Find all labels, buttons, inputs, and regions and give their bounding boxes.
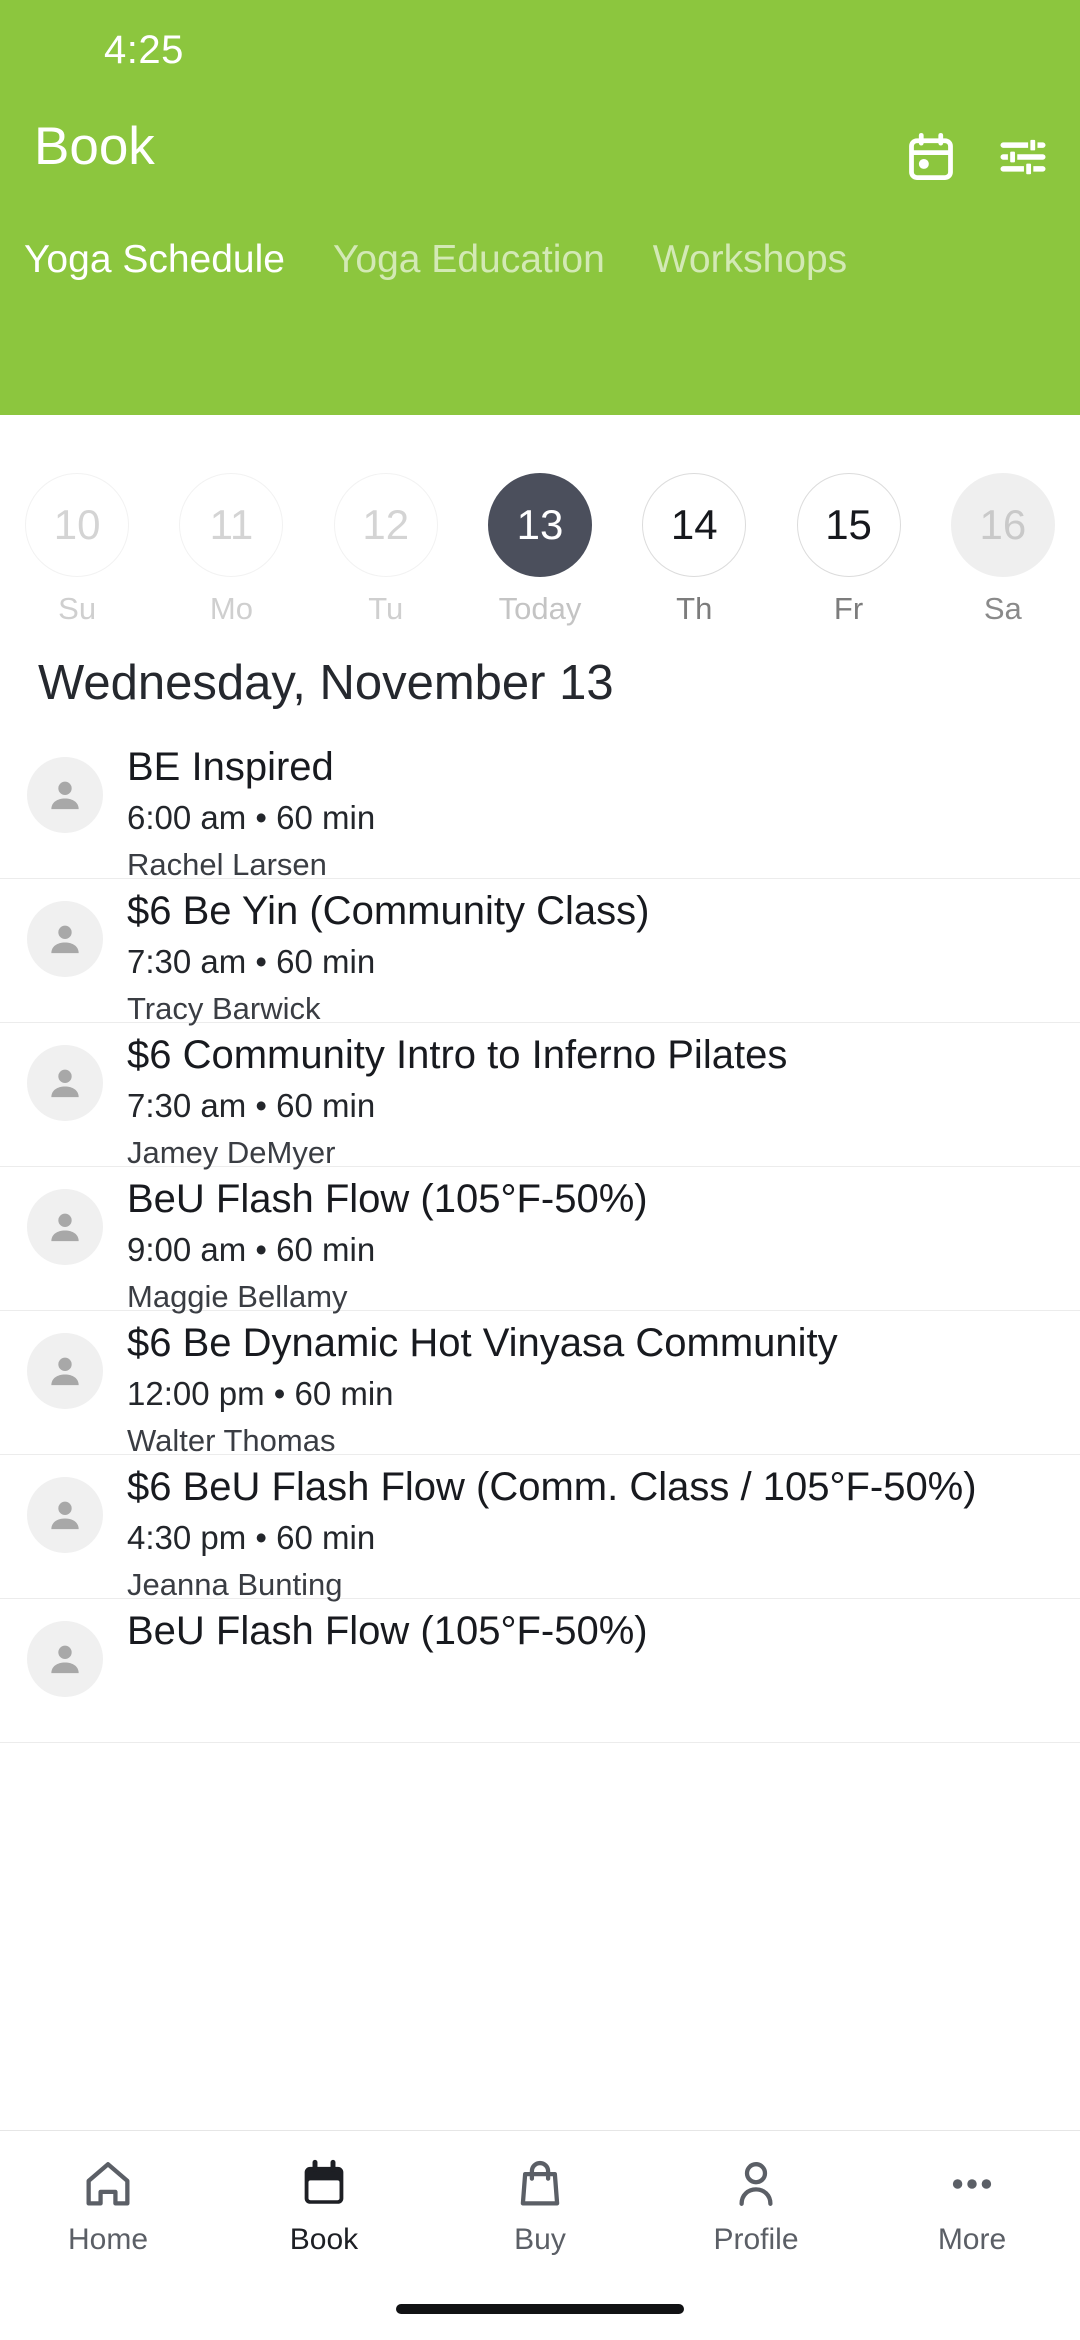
tab-bar: Yoga Schedule Yoga Education Workshops (0, 205, 1080, 315)
nav-item-book[interactable]: Book (216, 2153, 432, 2257)
class-time-duration: 7:30 am • 60 min (127, 1087, 376, 1124)
class-info: BeU Flash Flow (105°F-50%) (127, 1605, 1064, 1657)
class-time-duration: 6:00 am • 60 min (127, 799, 376, 836)
tab-yoga-schedule[interactable]: Yoga Schedule (24, 238, 285, 282)
class-list-item[interactable]: $6 Community Intro to Inferno Pilates 7:… (0, 1023, 1080, 1170)
class-title: $6 Be Dynamic Hot Vinyasa Community (127, 1321, 838, 1365)
date-weekday-label: Sa (983, 591, 1022, 626)
class-info: $6 Be Yin (Community Class) 7:30 am • 60… (127, 885, 1064, 1031)
person-icon (729, 2153, 783, 2215)
class-title: $6 BeU Flash Flow (Comm. Class / 105°F-5… (127, 1465, 977, 1509)
date-cell-15[interactable]: 15 Fr (771, 415, 925, 627)
class-title: BeU Flash Flow (105°F-50%) (127, 1609, 648, 1653)
date-weekday-label: Today (498, 591, 582, 626)
date-number: 15 (796, 473, 901, 577)
bottom-navigation: Home Book Buy Profile More (0, 2130, 1080, 2340)
class-title: $6 Be Yin (Community Class) (127, 889, 650, 933)
nav-label: Book (289, 2223, 359, 2256)
date-cell-11[interactable]: 11 Mo (154, 415, 308, 627)
status-bar: 4:25 (0, 0, 1080, 100)
status-bar-time: 4:25 (104, 28, 184, 72)
avatar (27, 757, 103, 833)
class-info: BeU Flash Flow (105°F-50%) 9:00 am • 60 … (127, 1173, 1064, 1319)
app-bar-actions (900, 126, 1054, 188)
class-list-item[interactable]: $6 BeU Flash Flow (Comm. Class / 105°F-5… (0, 1455, 1080, 1602)
tab-yoga-education[interactable]: Yoga Education (333, 238, 605, 282)
date-number: 11 (179, 473, 284, 577)
class-time-duration: 7:30 am • 60 min (127, 943, 376, 980)
ellipsis-icon (945, 2153, 999, 2215)
class-list-item[interactable]: $6 Be Yin (Community Class) 7:30 am • 60… (0, 879, 1080, 1026)
date-number: 16 (950, 473, 1055, 577)
nav-item-more[interactable]: More (864, 2153, 1080, 2257)
nav-label: Profile (713, 2223, 799, 2256)
date-weekday-label: Fr (833, 591, 864, 626)
avatar (27, 1189, 103, 1265)
page-title: Book (34, 117, 155, 176)
filter-icon[interactable] (992, 126, 1054, 188)
date-number: 14 (642, 473, 747, 577)
class-time-duration: 12:00 pm • 60 min (127, 1375, 394, 1412)
nav-label: More (937, 2223, 1007, 2256)
nav-label: Home (67, 2223, 149, 2256)
selected-date-heading: Wednesday, November 13 (38, 656, 614, 710)
class-info: $6 Community Intro to Inferno Pilates 7:… (127, 1029, 1064, 1175)
tab-workshops[interactable]: Workshops (653, 238, 847, 282)
class-info: BE Inspired 6:00 am • 60 min Rachel Lars… (127, 741, 1064, 887)
app-bar: Book (0, 100, 1080, 220)
class-title: BE Inspired (127, 745, 334, 789)
class-list[interactable]: BE Inspired 6:00 am • 60 min Rachel Lars… (0, 735, 1080, 2130)
avatar (27, 1621, 103, 1697)
home-icon (81, 2153, 135, 2215)
class-info: $6 Be Dynamic Hot Vinyasa Community 12:0… (127, 1317, 1064, 1463)
app-screen: 4:25 Book Yoga Schedule Yoga Education W… (0, 0, 1080, 2340)
class-time-duration: 4:30 pm • 60 min (127, 1519, 376, 1556)
nav-label: Buy (514, 2223, 566, 2256)
calendar-icon (297, 2153, 351, 2215)
date-cell-10[interactable]: 10 Su (0, 415, 154, 627)
date-number: 13 (487, 473, 592, 577)
date-number: 12 (333, 473, 438, 577)
date-weekday-label: Tu (368, 591, 404, 626)
date-weekday-label: Th (676, 591, 713, 626)
date-cell-14[interactable]: 14 Th (617, 415, 771, 627)
date-cell-12[interactable]: 12 Tu (309, 415, 463, 627)
date-cell-16[interactable]: 16 Sa (926, 415, 1080, 627)
avatar (27, 1333, 103, 1409)
date-strip: 10 Su 11 Mo 12 Tu 13 Today 14 Th 15 Fr 1… (0, 415, 1080, 655)
calendar-icon[interactable] (900, 126, 962, 188)
shopping-bag-icon (513, 2153, 567, 2215)
avatar (27, 901, 103, 977)
nav-item-profile[interactable]: Profile (648, 2153, 864, 2257)
class-list-item[interactable]: BE Inspired 6:00 am • 60 min Rachel Lars… (0, 735, 1080, 882)
nav-item-buy[interactable]: Buy (432, 2153, 648, 2257)
avatar (27, 1045, 103, 1121)
bottom-nav-items: Home Book Buy Profile More (0, 2131, 1080, 2257)
date-number: 10 (25, 473, 130, 577)
app-header: 4:25 Book Yoga Schedule Yoga Education W… (0, 0, 1080, 415)
class-list-item[interactable]: BeU Flash Flow (105°F-50%) 9:00 am • 60 … (0, 1167, 1080, 1314)
date-weekday-label: Mo (209, 591, 253, 626)
class-info: $6 BeU Flash Flow (Comm. Class / 105°F-5… (127, 1461, 1064, 1607)
home-indicator (396, 2304, 684, 2314)
class-title: $6 Community Intro to Inferno Pilates (127, 1033, 788, 1077)
class-list-item[interactable]: $6 Be Dynamic Hot Vinyasa Community 12:0… (0, 1311, 1080, 1458)
nav-item-home[interactable]: Home (0, 2153, 216, 2257)
class-title: BeU Flash Flow (105°F-50%) (127, 1177, 648, 1221)
class-list-item-partial[interactable]: BeU Flash Flow (105°F-50%) (0, 1599, 1080, 1743)
date-cell-13-today[interactable]: 13 Today (463, 415, 617, 627)
date-weekday-label: Su (58, 591, 97, 626)
avatar (27, 1477, 103, 1553)
class-time-duration: 9:00 am • 60 min (127, 1231, 376, 1268)
